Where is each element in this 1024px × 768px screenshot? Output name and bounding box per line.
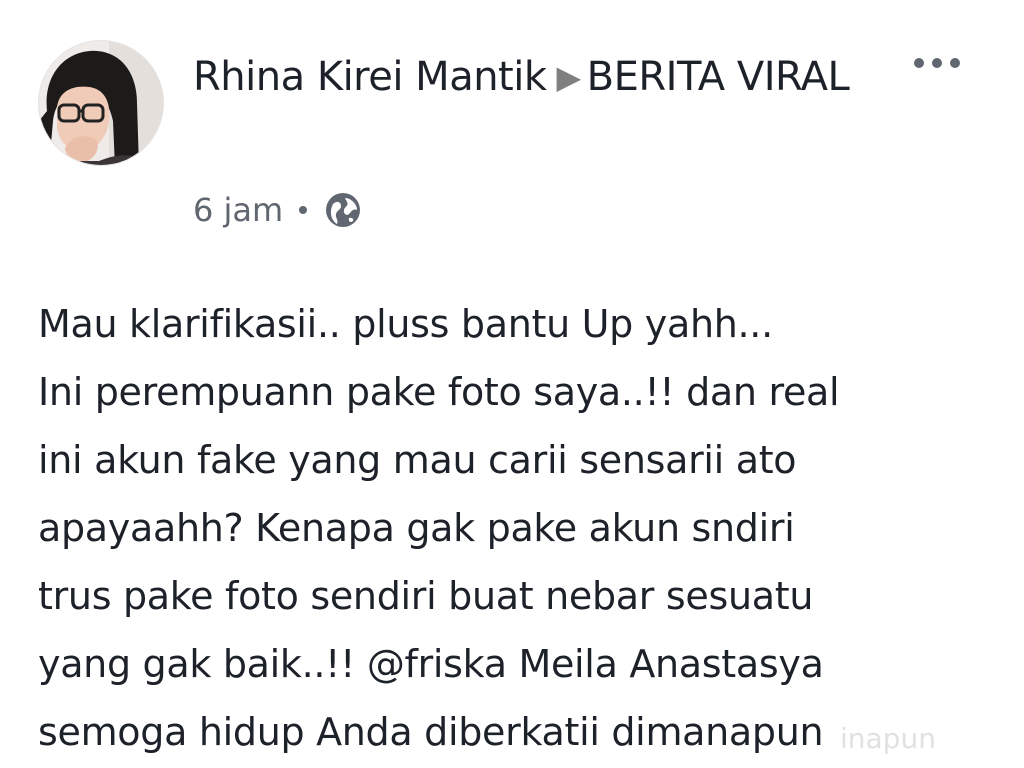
- separator-dot: [299, 206, 308, 214]
- more-options-button[interactable]: [905, 45, 969, 81]
- avatar-photo: [39, 41, 163, 165]
- more-options-icon-dot: [914, 58, 924, 68]
- group-name[interactable]: BERITA VIRAL: [587, 54, 850, 100]
- facebook-post: Rhina Kirei Mantik ▶ BERITA VIRAL 6 jam Ma…: [0, 0, 1024, 768]
- post-timestamp[interactable]: 6 jam: [193, 191, 283, 229]
- post-header: Rhina Kirei Mantik ▶ BERITA VIRAL: [193, 46, 883, 108]
- more-options-icon-dot: [932, 58, 942, 68]
- watermark: inapun: [840, 722, 936, 755]
- more-options-icon-dot: [950, 58, 960, 68]
- author-name[interactable]: Rhina Kirei Mantik: [193, 54, 547, 100]
- post-text: Mau klarifikasii.. pluss bantu Up yahh..…: [38, 302, 840, 754]
- arrow-icon: ▶: [556, 58, 582, 96]
- post-meta: 6 jam: [193, 188, 363, 232]
- avatar[interactable]: [38, 40, 164, 166]
- globe-icon[interactable]: [323, 190, 363, 230]
